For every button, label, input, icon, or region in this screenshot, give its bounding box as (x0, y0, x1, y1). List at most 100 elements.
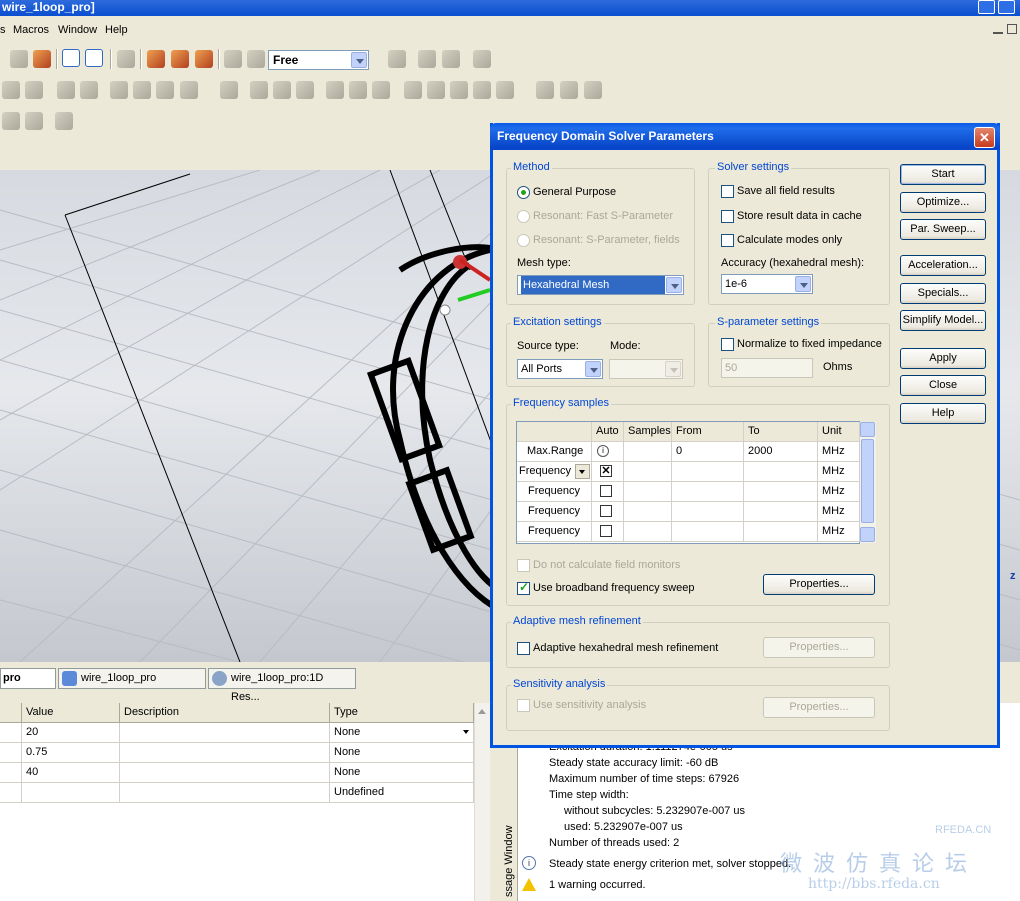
rotate-icon[interactable] (80, 81, 98, 99)
menu-item-help[interactable]: Help (105, 24, 128, 36)
fgrid-cell-from[interactable] (672, 502, 744, 522)
fgrid-cell-from[interactable]: 0 (672, 442, 744, 462)
no-field-monitors-checkbox[interactable] (517, 559, 530, 572)
boolean-insert-icon[interactable] (180, 81, 198, 99)
start-button[interactable]: Start (900, 164, 986, 185)
probe-icon[interactable] (296, 81, 314, 99)
mdi-minimize-button[interactable] (993, 24, 1003, 34)
chevron-down-icon[interactable] (463, 730, 469, 734)
frequency-grid-scrollbar[interactable] (860, 422, 876, 543)
method-fast-sparam-radio[interactable] (517, 210, 530, 223)
fgrid-cell-to[interactable]: 2000 (744, 442, 818, 462)
table-cell-type[interactable]: None (330, 743, 474, 763)
save-field-results-checkbox[interactable] (721, 185, 734, 198)
pick-edge-icon[interactable] (442, 50, 460, 68)
transform-icon[interactable] (224, 50, 242, 68)
fgrid-cell-from[interactable] (672, 482, 744, 502)
auto-checkbox[interactable] (600, 485, 612, 497)
modes-only-checkbox[interactable] (721, 234, 734, 247)
tab-wire-1loop-pro[interactable]: wire_1loop_pro (58, 668, 206, 689)
lumped-element-icon[interactable] (349, 81, 367, 99)
adaptive-properties-button[interactable]: Properties... (763, 637, 875, 658)
menu-item-truncated[interactable]: s (0, 24, 6, 36)
fgrid-cell-samples[interactable] (624, 522, 672, 542)
simplify-model-button[interactable]: Simplify Model... (900, 310, 986, 331)
table-cell-type[interactable]: None (330, 763, 474, 783)
fgrid-cell-type[interactable]: Frequency (517, 482, 592, 502)
fgrid-cell-type[interactable]: Frequency (517, 502, 592, 522)
boolean-intersect-icon[interactable] (156, 81, 174, 99)
fgrid-cell-type[interactable]: Max.Range (517, 442, 592, 462)
table-cell-value[interactable]: 20 (22, 723, 120, 743)
parameter-table-scrollbar[interactable] (474, 703, 490, 901)
fgrid-cell-from[interactable] (672, 462, 744, 482)
select-mode-icon[interactable] (62, 49, 80, 67)
fgrid-cell-samples[interactable] (624, 502, 672, 522)
mesh-view-icon[interactable] (404, 81, 422, 99)
brick-icon[interactable] (147, 50, 165, 68)
source-type-select[interactable]: All Ports (517, 359, 603, 379)
sensitivity-properties-button[interactable]: Properties... (763, 697, 875, 718)
impedance-input[interactable]: 50 (721, 358, 813, 378)
fgrid-cell-samples[interactable] (624, 442, 672, 462)
help-button[interactable]: Help (900, 403, 986, 424)
boundary-icon[interactable] (450, 81, 468, 99)
mode-select[interactable] (609, 359, 683, 379)
minimize-button[interactable] (978, 0, 995, 14)
table-cell-description[interactable] (120, 723, 330, 743)
shape2-icon[interactable] (25, 81, 43, 99)
store-cache-checkbox[interactable] (721, 210, 734, 223)
render-icon[interactable] (33, 50, 51, 68)
frequency-icon[interactable] (536, 81, 554, 99)
materials-icon[interactable] (584, 81, 602, 99)
scroll-up-icon[interactable] (860, 422, 875, 437)
symmetry-icon[interactable] (473, 81, 491, 99)
mdi-restore-button[interactable] (1007, 24, 1017, 34)
table-cell-value[interactable]: 40 (22, 763, 120, 783)
menu-item-macros[interactable]: Macros (13, 24, 49, 36)
apply-button[interactable]: Apply (900, 348, 986, 369)
table-cell-type[interactable]: None (330, 723, 474, 743)
optimize-button[interactable]: Optimize... (900, 192, 986, 213)
maximize-button[interactable] (998, 0, 1015, 14)
auto-checkbox[interactable] (600, 525, 612, 537)
fgrid-cell-type-select[interactable]: Frequency (517, 462, 592, 482)
dialog-close-button[interactable]: ✕ (974, 127, 995, 148)
discrete-port-icon[interactable] (372, 81, 390, 99)
table-cell-value[interactable] (22, 783, 120, 803)
close-button[interactable]: Close (900, 375, 986, 396)
fgrid-cell-to[interactable] (744, 522, 818, 542)
fgrid-cell-to[interactable] (744, 462, 818, 482)
method-general-purpose-radio[interactable] (517, 186, 530, 199)
pick-point-icon[interactable] (418, 50, 436, 68)
acceleration-button[interactable]: Acceleration... (900, 255, 986, 276)
table-cell-description[interactable] (120, 743, 330, 763)
pick-face-icon[interactable] (473, 50, 491, 68)
view-mode-select[interactable]: Free (268, 50, 369, 70)
solver-icon[interactable] (195, 50, 213, 68)
grid-icon[interactable] (85, 49, 103, 67)
table-cell-description[interactable] (120, 763, 330, 783)
column-header-description[interactable]: Description (120, 703, 330, 723)
auto-checkbox-checked[interactable]: ✕ (600, 465, 612, 477)
fgrid-cell-samples[interactable] (624, 462, 672, 482)
accuracy-select[interactable]: 1e-6 (721, 274, 813, 294)
table-cell-description[interactable] (120, 783, 330, 803)
fgrid-cell-samples[interactable] (624, 482, 672, 502)
frequency-properties-button[interactable]: Properties... (763, 574, 875, 595)
boolean-subtract-icon[interactable] (133, 81, 151, 99)
specials-button[interactable]: Specials... (900, 283, 986, 304)
tree-icon[interactable] (2, 112, 20, 130)
fgrid-cell-to[interactable] (744, 502, 818, 522)
cube-icon[interactable] (117, 50, 135, 68)
fgrid-cell-to[interactable] (744, 482, 818, 502)
scroll-up-icon[interactable] (478, 709, 486, 714)
broadband-sweep-checkbox[interactable] (517, 580, 530, 595)
normalize-impedance-checkbox[interactable] (721, 338, 734, 351)
tab-pro[interactable]: pro (0, 668, 56, 689)
layers-icon[interactable] (25, 112, 43, 130)
port-icon[interactable] (250, 81, 268, 99)
wire-icon[interactable] (326, 81, 344, 99)
fgrid-cell-type[interactable]: Frequency (517, 522, 592, 542)
pick-icon[interactable] (388, 50, 406, 68)
